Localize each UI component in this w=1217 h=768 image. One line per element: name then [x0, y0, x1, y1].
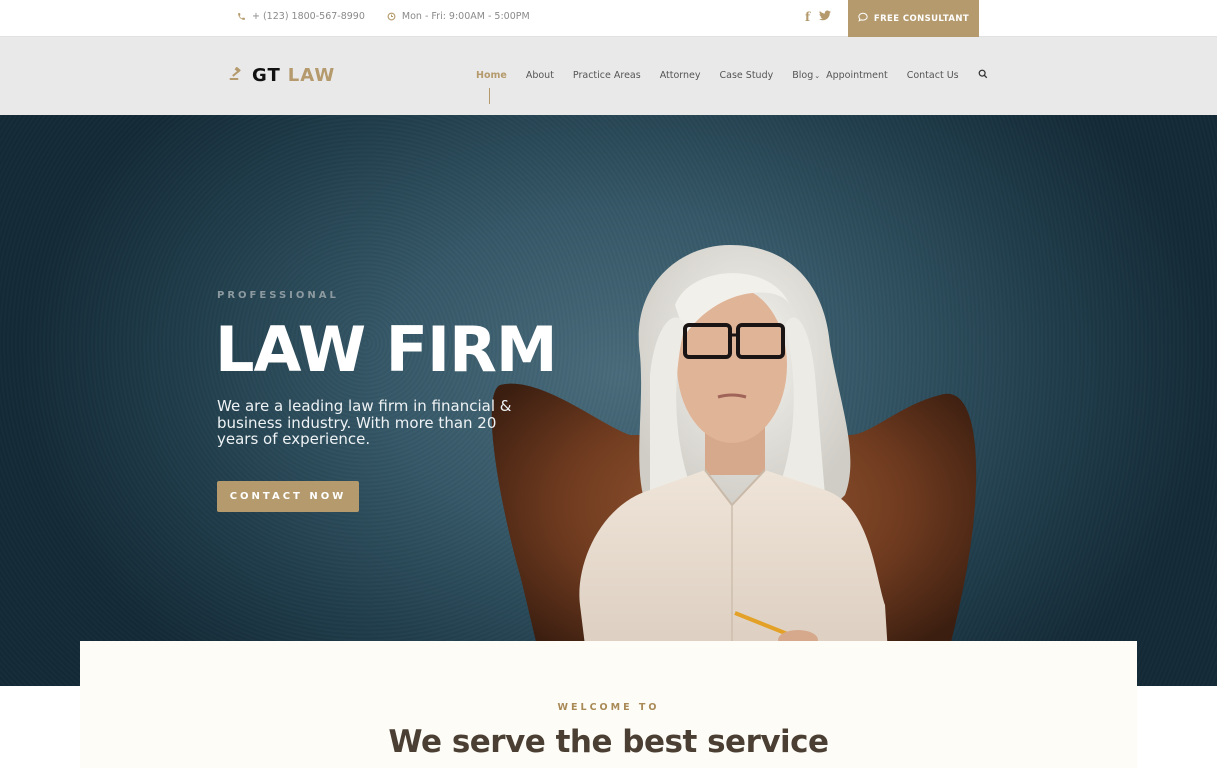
- search-icon[interactable]: [978, 69, 988, 82]
- nav-blog-label: Blog: [792, 70, 814, 81]
- phone-icon: [237, 12, 246, 21]
- logo-text-primary: GT: [252, 65, 281, 86]
- phone-number: + (123) 1800-567-8990: [252, 11, 365, 22]
- gavel-icon: [229, 65, 245, 86]
- logo-text-accent: LAW: [287, 65, 336, 86]
- welcome-section: WELCOME TO We serve the best service: [80, 641, 1137, 768]
- hours-info: Mon - Fri: 9:00AM - 5:00PM: [387, 11, 530, 22]
- hero-section: PROFESSIONAL LAW FIRM We are a leading l…: [0, 115, 1217, 686]
- twitter-icon[interactable]: [819, 10, 832, 24]
- nav-case-study[interactable]: Case Study: [720, 70, 774, 81]
- free-consultant-button[interactable]: FREE CONSULTANT: [848, 0, 979, 37]
- nav-blog[interactable]: Blog⌄: [792, 70, 820, 81]
- main-nav: Home About Practice Areas Attorney Case …: [476, 69, 988, 104]
- hero-title: LAW FIRM: [215, 313, 558, 386]
- clock-icon: [387, 12, 396, 21]
- chat-bubble-icon: [858, 12, 868, 25]
- phone-info[interactable]: + (123) 1800-567-8990: [237, 11, 365, 22]
- site-logo[interactable]: GT LAW: [229, 65, 335, 86]
- nav-home[interactable]: Home: [476, 70, 507, 104]
- main-header: GT LAW Home About Practice Areas Attorne…: [0, 37, 1217, 115]
- contact-now-button[interactable]: CONTACT NOW: [217, 481, 359, 512]
- page: + (123) 1800-567-8990 Mon - Fri: 9:00AM …: [0, 0, 1217, 768]
- business-hours: Mon - Fri: 9:00AM - 5:00PM: [401, 11, 530, 22]
- chevron-down-icon: ⌄: [814, 72, 821, 80]
- free-consultant-label: FREE CONSULTANT: [873, 13, 970, 24]
- hero-description: We are a leading law firm in financial &…: [217, 397, 512, 448]
- top-bar: + (123) 1800-567-8990 Mon - Fri: 9:00AM …: [0, 0, 1217, 37]
- nav-appointment[interactable]: Appointment: [826, 70, 888, 81]
- nav-attorney[interactable]: Attorney: [660, 70, 701, 81]
- welcome-title: We serve the best service: [388, 724, 829, 760]
- top-contact-info: + (123) 1800-567-8990 Mon - Fri: 9:00AM …: [237, 11, 552, 22]
- hero-portrait-image: [491, 245, 977, 686]
- nav-practice-areas[interactable]: Practice Areas: [573, 70, 641, 81]
- nav-about[interactable]: About: [526, 70, 554, 81]
- hero-eyebrow: PROFESSIONAL: [217, 290, 339, 301]
- facebook-icon[interactable]: f: [805, 10, 810, 24]
- social-links: f: [805, 10, 832, 24]
- nav-contact-us[interactable]: Contact Us: [907, 70, 959, 81]
- welcome-eyebrow: WELCOME TO: [557, 702, 660, 713]
